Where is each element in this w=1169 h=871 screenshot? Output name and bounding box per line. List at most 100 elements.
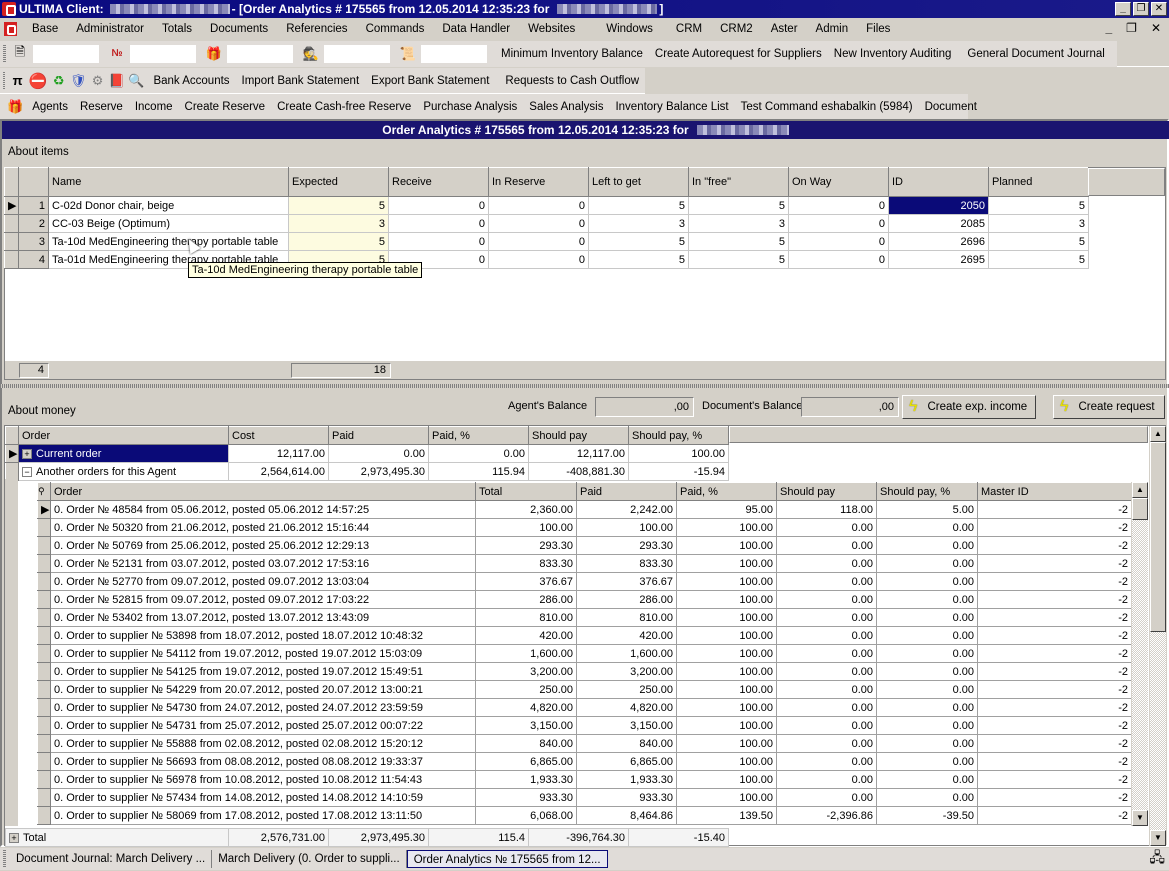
cell-order[interactable]: 0. Order to supplier № 54112 from 19.07.… bbox=[50, 644, 476, 663]
col-order[interactable]: Order bbox=[18, 426, 229, 445]
cell-in-reserve[interactable]: 0 bbox=[488, 214, 589, 233]
document-number-input[interactable] bbox=[130, 44, 196, 63]
panel-splitter[interactable] bbox=[0, 384, 1169, 388]
item-row[interactable]: ▶ 1 C-02d Donor chair, beige 5 0 0 5 5 0 2050 5 bbox=[4, 196, 1089, 215]
cell-paid-pct[interactable]: 100.00 bbox=[676, 734, 777, 753]
row-indicator[interactable] bbox=[37, 752, 51, 771]
link-purchase-analysis[interactable]: Purchase Analysis bbox=[417, 101, 523, 113]
task-document-journal[interactable]: Document Journal: March Delivery ... bbox=[10, 850, 213, 868]
cell-paid[interactable]: 833.30 bbox=[576, 554, 677, 573]
cell-should-pay-pct[interactable]: 0.00 bbox=[876, 734, 978, 753]
row-indicator[interactable] bbox=[37, 698, 51, 717]
cell-left-to-get[interactable]: 3 bbox=[588, 214, 689, 233]
mdi-minimize-button[interactable]: _ bbox=[1105, 21, 1112, 35]
group-cell[interactable]: -15.94 bbox=[628, 462, 729, 481]
col-sub-order[interactable]: Order bbox=[50, 482, 476, 501]
cell-order[interactable]: 0. Order to supplier № 56693 from 08.08.… bbox=[50, 752, 476, 771]
col-left-to-get[interactable]: Left to get bbox=[588, 167, 689, 197]
search-icon[interactable]: ⚲ bbox=[37, 482, 51, 501]
cell-should-pay-pct[interactable]: 0.00 bbox=[876, 662, 978, 681]
row-indicator[interactable] bbox=[37, 680, 51, 699]
cell-master-id[interactable]: -2 bbox=[977, 536, 1132, 555]
cell-total[interactable]: 420.00 bbox=[475, 626, 577, 645]
cell-name[interactable]: CC-03 Beige (Optimum) bbox=[48, 214, 289, 233]
cell-should-pay-pct[interactable]: 0.00 bbox=[876, 608, 978, 627]
cell-paid-pct[interactable]: 139.50 bbox=[676, 806, 777, 825]
scroll-thumb[interactable] bbox=[1132, 498, 1148, 520]
agent-order-row[interactable]: 0. Order to supplier № 53898 from 18.07.… bbox=[37, 626, 1132, 645]
scroll-up-button[interactable]: ▲ bbox=[1150, 426, 1166, 442]
link-reserve[interactable]: Reserve bbox=[74, 101, 129, 113]
cell-total[interactable]: 840.00 bbox=[475, 734, 577, 753]
cell-order[interactable]: 0. Order № 50320 from 21.06.2012, posted… bbox=[50, 518, 476, 537]
cell-paid[interactable]: 6,865.00 bbox=[576, 752, 677, 771]
row-indicator[interactable] bbox=[37, 554, 51, 573]
task-order-analytics[interactable]: Order Analytics № 175565 from 12... bbox=[406, 850, 608, 868]
cell-paid-pct[interactable]: 100.00 bbox=[676, 608, 777, 627]
cell-receive[interactable]: 0 bbox=[388, 232, 489, 251]
cell-paid[interactable]: 250.00 bbox=[576, 680, 677, 699]
agent-search-input[interactable] bbox=[324, 44, 390, 63]
col-in-free[interactable]: In "free" bbox=[688, 167, 789, 197]
cell-receive[interactable]: 0 bbox=[388, 196, 489, 215]
cell-master-id[interactable]: -2 bbox=[977, 608, 1132, 627]
link-minimum-inventory-balance[interactable]: Minimum Inventory Balance bbox=[495, 48, 649, 60]
cell-paid-pct[interactable]: 100.00 bbox=[676, 590, 777, 609]
menu-commands[interactable]: Commands bbox=[357, 23, 434, 35]
scroll-icon[interactable]: 📜 bbox=[398, 45, 418, 63]
cell-should-pay[interactable]: -2,396.86 bbox=[776, 806, 877, 825]
menu-files[interactable]: Files bbox=[857, 23, 899, 35]
cell-should-pay-pct[interactable]: 0.00 bbox=[876, 644, 978, 663]
cell-paid-pct[interactable]: 100.00 bbox=[676, 518, 777, 537]
agent-order-row[interactable]: 0. Order to supplier № 54730 from 24.07.… bbox=[37, 698, 1132, 717]
cell-planned[interactable]: 5 bbox=[988, 250, 1089, 269]
document-icon[interactable]: 🗎 bbox=[10, 44, 30, 63]
cell-order[interactable]: 0. Order to supplier № 58069 from 17.08.… bbox=[50, 806, 476, 825]
cell-should-pay-pct[interactable]: -39.50 bbox=[876, 806, 978, 825]
link-requests-cash-outflow[interactable]: Requests to Cash Outflow bbox=[499, 75, 645, 87]
cell-total[interactable]: 100.00 bbox=[475, 518, 577, 537]
agent-order-row[interactable]: 0. Order to supplier № 54731 from 25.07.… bbox=[37, 716, 1132, 735]
agent-order-row[interactable]: 0. Order № 52131 from 03.07.2012, posted… bbox=[37, 554, 1132, 573]
cell-should-pay[interactable]: 0.00 bbox=[776, 572, 877, 591]
cell-paid[interactable]: 3,200.00 bbox=[576, 662, 677, 681]
link-general-document-journal[interactable]: General Document Journal bbox=[961, 48, 1110, 60]
agent-order-row[interactable]: 0. Order to supplier № 58069 from 17.08.… bbox=[37, 806, 1132, 825]
gift-box-icon[interactable]: 🎁 bbox=[204, 45, 224, 63]
cell-should-pay[interactable]: 0.00 bbox=[776, 752, 877, 771]
col-in-reserve[interactable]: In Reserve bbox=[488, 167, 589, 197]
cell-receive[interactable]: 0 bbox=[388, 214, 489, 233]
cell-planned[interactable]: 5 bbox=[988, 196, 1089, 215]
cell-id[interactable]: 2050 bbox=[888, 196, 989, 215]
cell-paid-pct[interactable]: 100.00 bbox=[676, 788, 777, 807]
group-cell[interactable]: 12,117.00 bbox=[228, 444, 329, 463]
cell-name[interactable]: C-02d Donor chair, beige bbox=[48, 196, 289, 215]
row-indicator[interactable] bbox=[37, 806, 51, 825]
cell-order[interactable]: 0. Order № 52770 from 09.07.2012, posted… bbox=[50, 572, 476, 591]
create-request-button[interactable]: ϟ Create request bbox=[1053, 395, 1165, 419]
menu-referencies[interactable]: Referencies bbox=[277, 23, 356, 35]
link-document[interactable]: Document bbox=[919, 101, 983, 113]
cell-master-id[interactable]: -2 bbox=[977, 716, 1132, 735]
group-cell[interactable]: 12,117.00 bbox=[528, 444, 629, 463]
cell-should-pay-pct[interactable]: 5.00 bbox=[876, 500, 978, 519]
row-indicator[interactable] bbox=[37, 770, 51, 789]
cell-in-reserve[interactable]: 0 bbox=[488, 250, 589, 269]
cell-master-id[interactable]: -2 bbox=[977, 644, 1132, 663]
cell-should-pay-pct[interactable]: 0.00 bbox=[876, 572, 978, 591]
cell-total[interactable]: 286.00 bbox=[475, 590, 577, 609]
group-label-cell[interactable]: − Another orders for this Agent bbox=[18, 462, 229, 481]
cell-paid-pct[interactable]: 100.00 bbox=[676, 698, 777, 717]
cell-should-pay-pct[interactable]: 0.00 bbox=[876, 788, 978, 807]
link-import-bank-statement[interactable]: Import Bank Statement bbox=[236, 75, 366, 87]
minimize-button[interactable]: _ bbox=[1115, 2, 1131, 16]
cell-paid-pct[interactable]: 100.00 bbox=[676, 770, 777, 789]
link-agents[interactable]: Agents bbox=[26, 101, 74, 113]
cell-paid[interactable]: 420.00 bbox=[576, 626, 677, 645]
cell-expected[interactable]: 5 bbox=[288, 196, 389, 215]
link-sales-analysis[interactable]: Sales Analysis bbox=[523, 101, 609, 113]
cell-should-pay-pct[interactable]: 0.00 bbox=[876, 680, 978, 699]
cell-paid[interactable]: 100.00 bbox=[576, 518, 677, 537]
cell-paid[interactable]: 4,820.00 bbox=[576, 698, 677, 717]
cell-order[interactable]: 0. Order to supplier № 55888 from 02.08.… bbox=[50, 734, 476, 753]
